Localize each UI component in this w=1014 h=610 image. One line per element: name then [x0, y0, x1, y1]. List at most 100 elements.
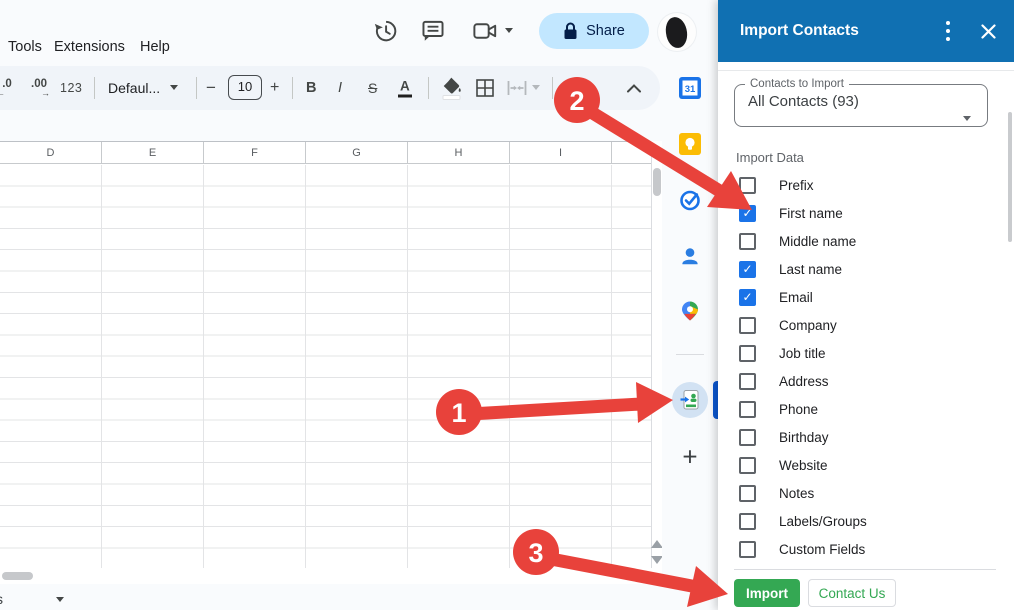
toolbar-divider: [94, 77, 95, 99]
checkbox-prefix[interactable]: [739, 177, 756, 194]
import-field-row: Email: [718, 283, 1014, 311]
import-field-row: First name: [718, 199, 1014, 227]
version-history-icon[interactable]: [372, 18, 398, 44]
import-field-row: Birthday: [718, 423, 1014, 451]
share-button[interactable]: Share: [539, 13, 649, 49]
import-field-row: Website: [718, 451, 1014, 479]
merge-dropdown-caret[interactable]: [532, 85, 540, 90]
collapse-toolbar-icon[interactable]: [626, 84, 642, 93]
toolbar-divider: [552, 77, 553, 99]
checkbox-checked-last-name[interactable]: [739, 261, 756, 278]
field-label: Notes: [779, 486, 814, 501]
select-dropdown-caret: [963, 116, 971, 121]
column-header-d[interactable]: D: [0, 142, 102, 164]
get-add-ons-button[interactable]: +: [682, 442, 697, 473]
import-field-row: Phone: [718, 395, 1014, 423]
field-label: Phone: [779, 402, 818, 417]
panel-close-button[interactable]: [974, 17, 1002, 45]
borders-icon[interactable]: [476, 79, 494, 97]
decrease-decimal-button[interactable]: .0←: [0, 79, 20, 98]
calendar-icon[interactable]: 31: [679, 77, 701, 99]
menu-item-help[interactable]: Help: [140, 39, 170, 55]
keep-icon[interactable]: [679, 133, 701, 155]
meet-camera-icon[interactable]: [472, 18, 498, 44]
field-label: Website: [779, 458, 828, 473]
italic-button[interactable]: I: [338, 80, 342, 96]
share-label: Share: [586, 23, 625, 39]
maps-icon[interactable]: [679, 300, 701, 322]
number-format-button[interactable]: 123: [60, 81, 82, 95]
fill-color-icon[interactable]: [440, 75, 462, 101]
checkbox-birthday[interactable]: [739, 429, 756, 446]
toolbar-divider: [196, 77, 197, 99]
import-field-row: Middle name: [718, 227, 1014, 255]
import-data-heading: Import Data: [736, 150, 804, 165]
comments-icon[interactable]: [420, 18, 446, 44]
checkbox-website[interactable]: [739, 457, 756, 474]
import-field-row: Notes: [718, 479, 1014, 507]
checkbox-company[interactable]: [739, 317, 756, 334]
checkbox-job-title[interactable]: [739, 345, 756, 362]
font-dropdown-caret[interactable]: [170, 85, 178, 90]
field-label: Address: [779, 374, 829, 389]
account-avatar[interactable]: [657, 12, 697, 52]
checkbox-labels-groups[interactable]: [739, 513, 756, 530]
contacts-icon[interactable]: [679, 245, 701, 267]
import-contacts-addon-button[interactable]: [672, 382, 708, 418]
field-label: Prefix: [779, 178, 814, 193]
column-header-partial[interactable]: [612, 142, 651, 164]
import-contacts-panel: Import Contacts Contacts to Import All C…: [718, 0, 1014, 610]
menu-item-tools[interactable]: Tools: [8, 39, 42, 55]
toolbar-divider: [428, 77, 429, 99]
font-family-selector[interactable]: Defaul...: [108, 80, 160, 96]
formatting-toolbar: .0← .00→ 123 Defaul... − 10 + B I S A: [0, 66, 660, 110]
column-header-f[interactable]: F: [204, 142, 306, 164]
checkbox-custom-fields[interactable]: [739, 541, 756, 558]
checkbox-address[interactable]: [739, 373, 756, 390]
panel-footer-divider: [734, 569, 996, 570]
column-header-h[interactable]: H: [408, 142, 510, 164]
increase-font-size-button[interactable]: +: [270, 79, 279, 97]
panel-scrollbar-thumb[interactable]: [1008, 112, 1012, 242]
google-sheets-window: Tools Extensions Help Share .0← .00→ 123: [0, 0, 1014, 610]
column-header-e[interactable]: E: [102, 142, 204, 164]
svg-text:31: 31: [685, 84, 696, 95]
menu-item-extensions[interactable]: Extensions: [54, 39, 125, 55]
decrease-font-size-button[interactable]: −: [206, 78, 216, 98]
grid-cells[interactable]: [0, 165, 651, 568]
contacts-to-import-select[interactable]: Contacts to Import All Contacts (93): [734, 78, 988, 127]
strikethrough-button[interactable]: S: [368, 80, 377, 96]
column-header-i[interactable]: I: [510, 142, 612, 164]
horizontal-scrollbar-thumb[interactable]: [2, 572, 33, 580]
import-fields-list: PrefixFirst nameMiddle nameLast nameEmai…: [718, 171, 1014, 563]
import-field-row: Custom Fields: [718, 535, 1014, 563]
import-button[interactable]: Import: [734, 579, 800, 607]
merge-cells-icon[interactable]: [506, 80, 528, 96]
text-color-button[interactable]: A: [398, 79, 412, 98]
panel-header: Import Contacts: [718, 0, 1014, 62]
panel-menu-button[interactable]: [934, 17, 962, 45]
vertical-scrollbar-thumb[interactable]: [653, 168, 661, 196]
close-icon: [981, 24, 996, 39]
import-field-row: Labels/Groups: [718, 507, 1014, 535]
panel-title: Import Contacts: [740, 22, 859, 40]
lock-icon: [563, 22, 578, 40]
sheet-tab-caret[interactable]: [56, 597, 64, 602]
sheet-tabs-bar: s: [0, 584, 718, 610]
import-field-row: Address: [718, 367, 1014, 395]
column-header-g[interactable]: G: [306, 142, 408, 164]
checkbox-phone[interactable]: [739, 401, 756, 418]
checkbox-checked-email[interactable]: [739, 289, 756, 306]
field-label: Custom Fields: [779, 542, 865, 557]
tasks-icon[interactable]: [679, 189, 701, 211]
font-size-input[interactable]: 10: [228, 75, 262, 100]
contact-us-button[interactable]: Contact Us: [808, 579, 896, 607]
column-headers[interactable]: DEFGHI: [0, 142, 651, 164]
checkbox-checked-first-name[interactable]: [739, 205, 756, 222]
increase-decimal-button[interactable]: .00→: [26, 79, 52, 98]
camera-dropdown-caret[interactable]: [505, 28, 513, 33]
bold-button[interactable]: B: [306, 80, 316, 96]
sheet-tab-label[interactable]: s: [0, 591, 3, 607]
checkbox-middle-name[interactable]: [739, 233, 756, 250]
checkbox-notes[interactable]: [739, 485, 756, 502]
